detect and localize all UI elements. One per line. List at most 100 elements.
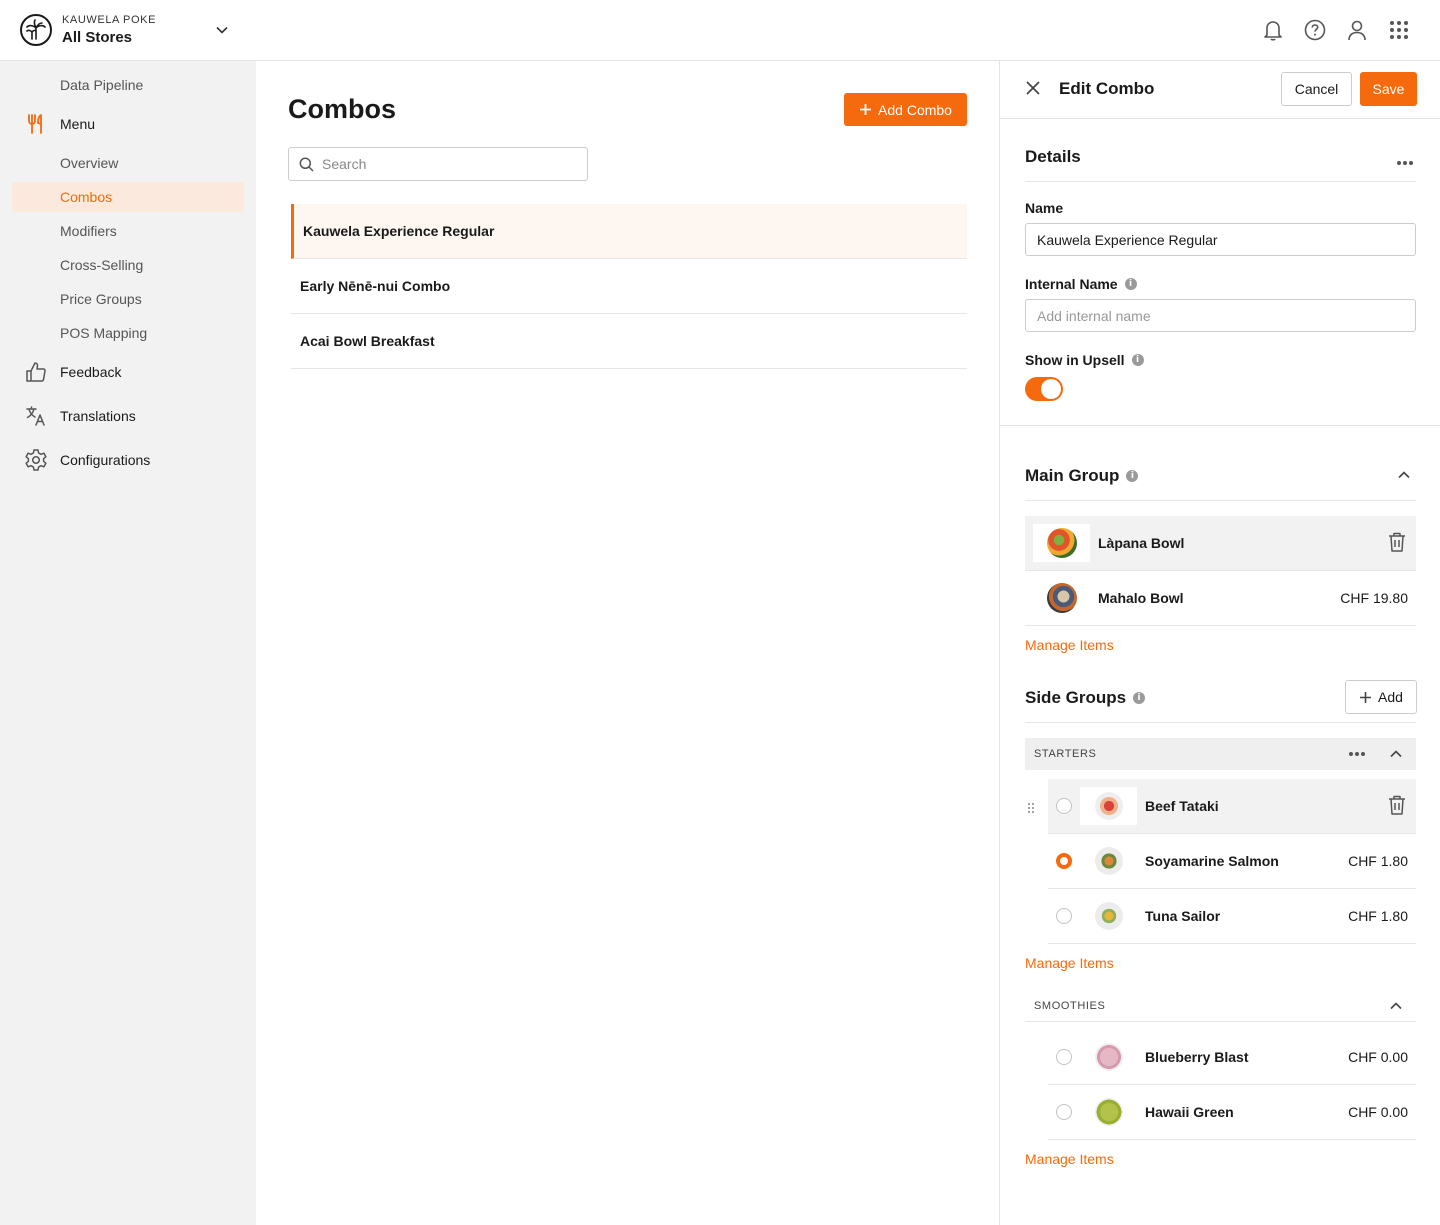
internal-name-field[interactable]	[1025, 299, 1416, 332]
side-group-header[interactable]: STARTERS	[1025, 738, 1416, 770]
add-label: Add	[1378, 689, 1403, 705]
side-group-name: SMOOTHIES	[1034, 999, 1106, 1012]
item-name: Hawaii Green	[1145, 1104, 1234, 1120]
palm-tree-logo-icon	[20, 14, 52, 46]
sidebar-active-highlight	[12, 182, 244, 212]
gear-icon	[24, 448, 48, 472]
combo-list: Kauwela Experience Regular Early Nēnē-nu…	[291, 204, 967, 369]
item-thumbnail	[1080, 1093, 1137, 1131]
drag-handle-icon[interactable]	[1027, 801, 1035, 819]
default-radio[interactable]	[1056, 908, 1072, 924]
search-input[interactable]	[322, 156, 572, 172]
chevron-up-icon[interactable]	[1388, 746, 1404, 765]
item-thumbnail	[1080, 897, 1137, 935]
show-in-upsell-toggle[interactable]	[1025, 377, 1063, 401]
item-name: Blueberry Blast	[1145, 1049, 1249, 1065]
default-radio[interactable]	[1056, 1049, 1072, 1065]
search-box[interactable]	[288, 147, 588, 181]
add-combo-button[interactable]: Add Combo	[844, 93, 967, 126]
side-group-item[interactable]: Tuna Sailor CHF 1.80	[1048, 889, 1416, 944]
close-icon[interactable]	[1024, 79, 1042, 102]
sidebar-item-modifiers[interactable]: Modifiers	[60, 223, 117, 239]
edit-combo-panel: Edit Combo Cancel Save Details Name Inte…	[999, 61, 1440, 1225]
manage-items-link[interactable]: Manage Items	[1025, 1151, 1114, 1167]
details-title-text: Details	[1025, 147, 1081, 166]
trash-icon[interactable]	[1388, 795, 1406, 818]
cancel-button[interactable]: Cancel	[1281, 72, 1352, 106]
sidebar-item-translations[interactable]: Translations	[24, 404, 136, 428]
combo-item[interactable]: Acai Bowl Breakfast	[291, 314, 967, 369]
sidebar-item-label: Menu	[60, 116, 96, 132]
add-side-group-button[interactable]: Add	[1345, 680, 1417, 714]
bowl-image-icon	[1046, 528, 1077, 558]
dish-image-icon	[1094, 792, 1123, 820]
default-radio[interactable]	[1056, 798, 1072, 814]
side-group-header[interactable]: SMOOTHIES	[1025, 990, 1416, 1022]
default-radio[interactable]	[1056, 1104, 1072, 1120]
manage-items-link[interactable]: Manage Items	[1025, 955, 1114, 971]
item-name: Beef Tataki	[1145, 798, 1219, 814]
store-name: All Stores	[62, 29, 133, 46]
dish-image-icon	[1094, 847, 1123, 875]
combo-item[interactable]: Kauwela Experience Regular	[291, 204, 967, 259]
side-group-item[interactable]: Hawaii Green CHF 0.00	[1048, 1085, 1416, 1140]
name-field[interactable]	[1025, 223, 1416, 256]
grid-icon[interactable]	[1388, 17, 1410, 43]
internal-name-label-text: Internal Name	[1025, 276, 1118, 292]
side-group-item[interactable]: Soyamarine Salmon CHF 1.80	[1048, 834, 1416, 889]
internal-name-label: Internal Name i	[1025, 276, 1137, 292]
sidebar-item-combos[interactable]: Combos	[60, 189, 112, 205]
manage-items-link[interactable]: Manage Items	[1025, 637, 1114, 653]
sidebar-item-cross-selling[interactable]: Cross-Selling	[60, 257, 143, 273]
info-icon[interactable]: i	[1131, 354, 1144, 366]
show-in-upsell-label: Show in Upsell i	[1025, 352, 1144, 368]
main-group-item[interactable]: Làpana Bowl	[1025, 516, 1416, 571]
sidebar-item-menu[interactable]: Menu	[24, 112, 95, 136]
sidebar-item-data-pipeline[interactable]: Data Pipeline	[60, 77, 143, 93]
user-icon[interactable]	[1346, 17, 1368, 43]
divider	[1025, 500, 1416, 501]
chevron-down-icon[interactable]	[214, 22, 230, 43]
help-icon[interactable]	[1304, 17, 1326, 43]
sidebar-item-label: Translations	[60, 408, 136, 424]
plus-icon	[860, 104, 872, 115]
sidebar-item-feedback[interactable]: Feedback	[24, 360, 121, 384]
item-name: Soyamarine Salmon	[1145, 853, 1279, 869]
section-divider	[1000, 425, 1440, 426]
store-switcher[interactable]: KAUWELA POKE All Stores	[20, 14, 156, 46]
bell-icon[interactable]	[1262, 17, 1284, 43]
sidebar-item-overview[interactable]: Overview	[60, 155, 118, 171]
info-icon[interactable]: i	[1124, 278, 1137, 290]
side-groups-title-text: Side Groups	[1025, 688, 1127, 707]
side-group-name: STARTERS	[1034, 748, 1097, 760]
info-icon[interactable]: i	[1133, 692, 1146, 704]
sidebar-item-configurations[interactable]: Configurations	[24, 448, 150, 472]
combo-item[interactable]: Early Nēnē-nui Combo	[291, 259, 967, 314]
trash-icon[interactable]	[1388, 532, 1406, 555]
main-group-title-text: Main Group	[1025, 466, 1120, 485]
chevron-up-icon[interactable]	[1396, 467, 1412, 488]
save-button[interactable]: Save	[1360, 72, 1417, 106]
search-icon	[299, 157, 314, 172]
more-options-icon[interactable]	[1396, 153, 1414, 171]
sidebar-item-price-groups[interactable]: Price Groups	[60, 291, 142, 307]
item-name: Làpana Bowl	[1098, 535, 1185, 551]
side-group-item[interactable]: Beef Tataki	[1048, 779, 1416, 834]
company-name: KAUWELA POKE	[62, 14, 157, 26]
item-thumbnail	[1033, 579, 1090, 617]
side-group-item[interactable]: Blueberry Blast CHF 0.00	[1048, 1030, 1416, 1085]
more-options-icon[interactable]	[1348, 746, 1366, 765]
item-thumbnail	[1080, 787, 1137, 825]
sidebar-item-pos-mapping[interactable]: POS Mapping	[60, 325, 147, 341]
main-group-item[interactable]: Mahalo Bowl CHF 19.80	[1025, 571, 1416, 626]
panel-title: Edit Combo	[1059, 79, 1155, 98]
chevron-up-icon[interactable]	[1388, 998, 1404, 1017]
info-icon[interactable]: i	[1126, 470, 1139, 482]
item-name: Tuna Sailor	[1145, 908, 1221, 924]
default-radio-selected[interactable]	[1056, 853, 1072, 869]
sidebar: Data Pipeline Menu Overview Combos Modif…	[0, 61, 256, 1225]
item-thumbnail	[1080, 842, 1137, 880]
dish-image-icon	[1094, 902, 1123, 930]
bowl-image-icon	[1046, 583, 1077, 613]
thumbs-up-icon	[24, 360, 48, 384]
